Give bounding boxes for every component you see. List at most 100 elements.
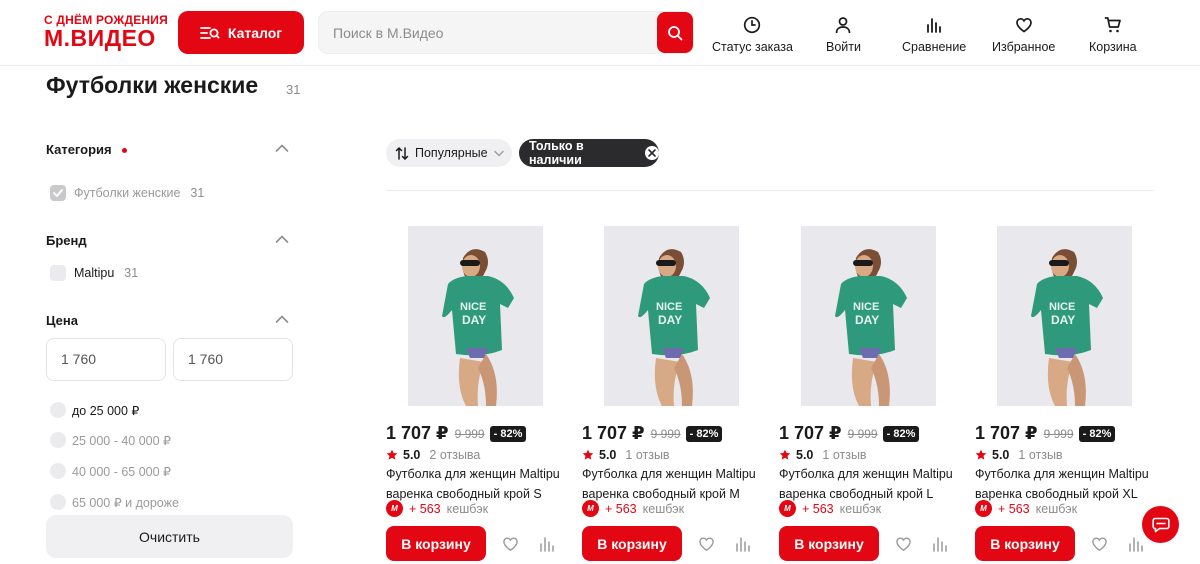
radio-button[interactable] <box>50 463 66 479</box>
chevron-up-icon[interactable] <box>275 143 289 153</box>
add-to-cart-button[interactable]: В корзину <box>582 526 682 561</box>
catalog-button[interactable]: Каталог <box>178 11 304 54</box>
chevron-up-icon[interactable] <box>275 234 289 244</box>
sort-dropdown[interactable]: Популярные <box>386 139 512 167</box>
nav-compare-label: Сравнение <box>902 40 967 54</box>
rating-score: 5.0 <box>599 448 617 462</box>
divider <box>386 190 1154 191</box>
old-price: 9 999 <box>454 426 485 441</box>
product-image[interactable]: NICE DAY <box>801 226 936 406</box>
chevron-up-icon[interactable] <box>275 314 289 324</box>
add-to-cart-button[interactable]: В корзину <box>386 526 486 561</box>
cashback-row: М + 563 кешбэк <box>779 500 881 517</box>
current-price: 1 707 ₽ <box>582 423 645 443</box>
product-card[interactable]: NICE DAY 1 707 ₽ 9 999 - 82% 5.0 1 отзыв <box>975 226 1160 564</box>
filter-option-count: 31 <box>124 266 139 280</box>
product-image[interactable]: NICE DAY <box>408 226 543 406</box>
logo[interactable]: С ДНЁМ РОЖДЕНИЯ М.ВИДЕО <box>44 13 168 50</box>
price-row: 1 707 ₽ 9 999 - 82% <box>582 423 723 444</box>
discount-badge: - 82% <box>1078 425 1116 442</box>
cashback-amount: + 563 <box>802 501 834 516</box>
discount-badge: - 82% <box>489 425 527 442</box>
chat-button[interactable] <box>1142 506 1179 543</box>
nav-compare[interactable]: Сравнение <box>902 16 966 54</box>
product-name[interactable]: Футболка для женщин Maltipu варенка своб… <box>582 465 762 504</box>
price-max-input[interactable]: 1 760 <box>173 338 293 381</box>
filter-category-heading[interactable]: Категория <box>46 142 127 157</box>
old-price: 9 999 <box>847 426 878 441</box>
svg-text:DAY: DAY <box>1051 313 1075 327</box>
price-range-option[interactable]: 40 000 - 65 000 ₽ <box>50 463 171 479</box>
star-icon <box>582 449 594 460</box>
rating-row: 5.0 2 отзыва <box>386 448 480 462</box>
sort-label: Популярные <box>415 146 488 160</box>
heart-icon[interactable] <box>1091 536 1108 552</box>
in-stock-filter-chip[interactable]: Только в наличии <box>519 139 659 167</box>
check-icon <box>53 189 63 197</box>
checkbox-checked[interactable] <box>50 185 66 201</box>
bar-chart-icon[interactable] <box>1128 536 1144 552</box>
price-range-label: 65 000 ₽ и дороже <box>72 495 179 510</box>
bar-chart-icon[interactable] <box>932 536 948 552</box>
bar-chart-icon[interactable] <box>539 536 555 552</box>
filter-brand-option[interactable]: Maltipu 31 <box>50 265 138 281</box>
rating-row: 5.0 1 отзыв <box>779 448 867 462</box>
price-range-option[interactable]: 25 000 - 40 000 ₽ <box>50 432 171 448</box>
nav-order-status[interactable]: Статус заказа <box>712 16 793 54</box>
price-range-label: 40 000 - 65 000 ₽ <box>72 464 171 479</box>
cashback-label: кешбэк <box>839 501 882 516</box>
search-input[interactable] <box>333 12 653 53</box>
heart-icon[interactable] <box>502 536 519 552</box>
radio-button[interactable] <box>50 432 66 448</box>
checkbox[interactable] <box>50 265 66 281</box>
product-image[interactable]: NICE DAY <box>997 226 1132 406</box>
nav-favorites[interactable]: Избранное <box>992 16 1055 54</box>
heart-icon[interactable] <box>698 536 715 552</box>
add-to-cart-button[interactable]: В корзину <box>779 526 879 561</box>
heart-icon[interactable] <box>895 536 912 552</box>
product-name[interactable]: Футболка для женщин Maltipu варенка своб… <box>975 465 1155 504</box>
filter-brand-heading[interactable]: Бренд <box>46 233 87 248</box>
price-row: 1 707 ₽ 9 999 - 82% <box>779 423 920 444</box>
price-row: 1 707 ₽ 9 999 - 82% <box>386 423 527 444</box>
rating-row: 5.0 1 отзыв <box>975 448 1063 462</box>
product-image[interactable]: NICE DAY <box>604 226 739 406</box>
price-min-input[interactable]: 1 760 <box>46 338 166 381</box>
filter-price-label: Цена <box>46 313 78 328</box>
cashback-label: кешбэк <box>642 501 685 516</box>
cashback-icon: М <box>975 500 992 517</box>
bar-chart-icon[interactable] <box>735 536 751 552</box>
nav-login[interactable]: Войти <box>826 16 861 54</box>
filter-price-heading[interactable]: Цена <box>46 313 78 328</box>
add-to-cart-button[interactable]: В корзину <box>975 526 1075 561</box>
nav-cart[interactable]: Корзина <box>1089 16 1137 54</box>
reviews-link[interactable]: 1 отзыв <box>1018 448 1062 462</box>
heart-icon <box>1015 17 1032 33</box>
reviews-link[interactable]: 1 отзыв <box>822 448 866 462</box>
clear-filters-button[interactable]: Очистить <box>46 515 293 558</box>
reviews-link[interactable]: 1 отзыв <box>625 448 669 462</box>
star-icon <box>386 449 398 460</box>
filter-category-option[interactable]: Футболки женские 31 <box>50 185 204 201</box>
radio-button[interactable] <box>50 402 66 418</box>
price-range-option[interactable]: 65 000 ₽ и дороже <box>50 494 179 510</box>
rating-score: 5.0 <box>992 448 1010 462</box>
product-card[interactable]: NICE DAY 1 707 ₽ 9 999 - 82% 5.0 1 отзыв <box>582 226 767 564</box>
sort-icon <box>395 146 409 160</box>
price-row: 1 707 ₽ 9 999 - 82% <box>975 423 1116 444</box>
rating-score: 5.0 <box>403 448 421 462</box>
product-name[interactable]: Футболка для женщин Maltipu варенка своб… <box>386 465 566 504</box>
product-name[interactable]: Футболка для женщин Maltipu варенка своб… <box>779 465 959 504</box>
cashback-row: М + 563 кешбэк <box>975 500 1077 517</box>
search-button[interactable] <box>657 12 693 53</box>
cashback-amount: + 563 <box>605 501 637 516</box>
radio-button[interactable] <box>50 494 66 510</box>
product-card[interactable]: NICE DAY 1 707 ₽ 9 999 - 82% 5.0 2 отзыв… <box>386 226 571 564</box>
close-icon[interactable] <box>645 146 659 160</box>
nav-login-label: Войти <box>826 40 861 54</box>
price-range-option[interactable]: до 25 000 ₽ <box>50 402 139 418</box>
site-header: С ДНЁМ РОЖДЕНИЯ М.ВИДЕО Каталог Статус з… <box>0 0 1200 66</box>
reviews-link[interactable]: 2 отзыва <box>429 448 480 462</box>
product-card[interactable]: NICE DAY 1 707 ₽ 9 999 - 82% 5.0 1 отзыв <box>779 226 964 564</box>
cashback-amount: + 563 <box>998 501 1030 516</box>
